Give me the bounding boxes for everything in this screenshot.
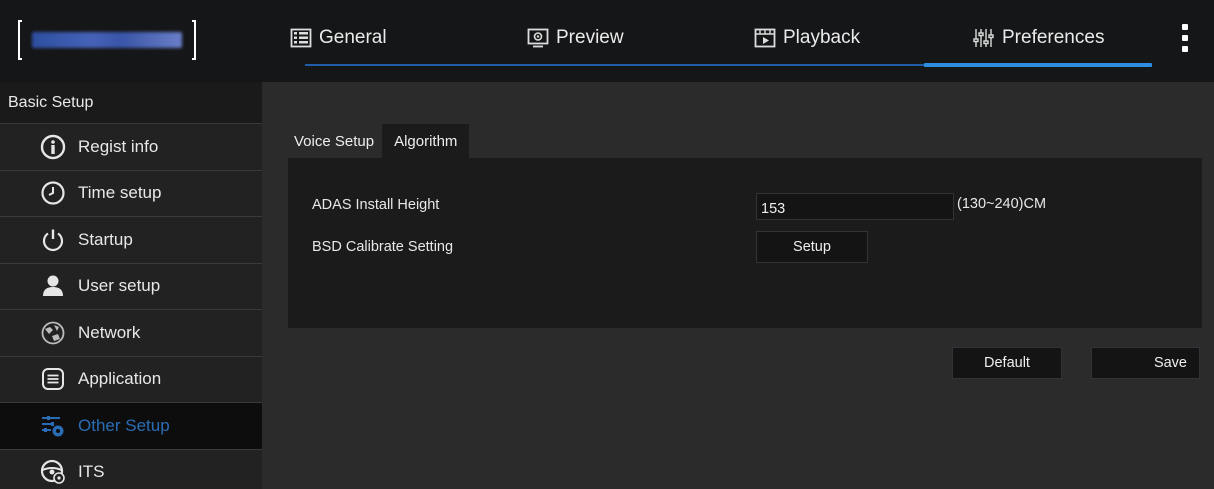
brand-logo (18, 20, 196, 60)
sliders-gear-icon (40, 413, 66, 439)
preview-icon (527, 27, 549, 49)
bsd-setup-button[interactable]: Setup (756, 231, 868, 263)
power-icon (40, 227, 66, 253)
tab-preferences-label: Preferences (1002, 27, 1105, 48)
sidebar-item-regist-info[interactable]: Regist info (0, 124, 262, 171)
info-icon (40, 134, 66, 160)
default-button[interactable]: Default (952, 347, 1062, 379)
sidebar-header: Basic Setup (0, 82, 262, 124)
subtab-bar: Voice Setup Algorithm (288, 124, 470, 158)
algorithm-panel: ADAS Install Height (130~240)CM BSD Cali… (288, 158, 1202, 328)
sidebar-item-label: Regist info (78, 136, 159, 156)
general-icon (290, 27, 312, 49)
tab-bar-divider (305, 64, 925, 66)
sidebar-item-label: Time setup (78, 183, 162, 203)
user-icon (40, 273, 66, 299)
preferences-icon (973, 27, 995, 49)
sidebar-item-label: ITS (78, 462, 105, 482)
sidebar-item-label: User setup (78, 276, 161, 296)
sidebar-item-network[interactable]: Network (0, 310, 262, 357)
top-bar: General Preview Playback Preferences (0, 0, 1214, 82)
playback-icon (754, 27, 776, 49)
sidebar-item-application[interactable]: Application (0, 356, 262, 403)
tab-playback-label: Playback (783, 27, 861, 48)
sidebar-item-label: Other Setup (78, 415, 170, 435)
bsd-calibrate-label: BSD Calibrate Setting (312, 239, 454, 255)
sidebar-item-user-setup[interactable]: User setup (0, 263, 262, 310)
sidebar-item-label: Application (78, 369, 162, 389)
save-button[interactable]: Save (1091, 347, 1200, 379)
adas-range-hint: (130~240)CM (957, 196, 1047, 212)
sidebar-item-time-setup[interactable]: Time setup (0, 170, 262, 217)
sidebar-item-label: Startup (78, 229, 133, 249)
steering-wheel-icon (40, 459, 66, 485)
sidebar-item-label: Network (78, 322, 141, 342)
adas-install-height-label: ADAS Install Height (312, 197, 440, 213)
network-icon (40, 320, 66, 346)
main-content: Voice Setup Algorithm ADAS Install Heigh… (262, 82, 1214, 489)
sidebar-item-startup[interactable]: Startup (0, 217, 262, 264)
tab-general-label: General (319, 27, 387, 48)
application-icon (40, 366, 66, 392)
sidebar-item-its[interactable]: ITS (0, 449, 262, 489)
adas-install-height-input[interactable] (756, 193, 954, 220)
sidebar: Basic Setup Regist info Time setup Start… (0, 82, 262, 489)
more-menu-icon[interactable] (1181, 24, 1189, 56)
sidebar-item-other-setup[interactable]: Other Setup (0, 403, 262, 450)
clock-icon (40, 180, 66, 206)
tab-preview-label: Preview (556, 27, 624, 48)
subtab-voice-setup[interactable]: Voice Setup (288, 124, 383, 158)
active-tab-indicator (924, 63, 1152, 67)
subtab-algorithm[interactable]: Algorithm (382, 124, 470, 158)
